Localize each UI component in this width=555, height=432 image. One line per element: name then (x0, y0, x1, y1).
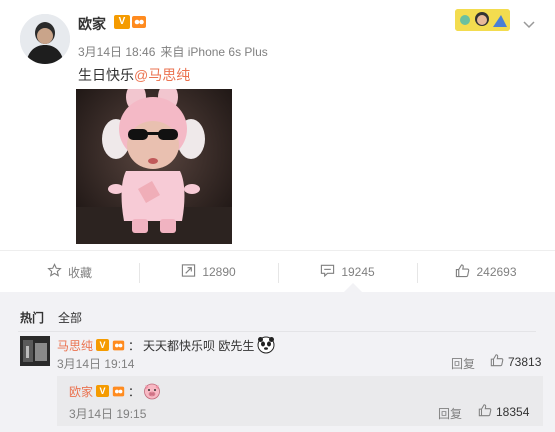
thumbs-up-icon (478, 403, 492, 420)
action-bar: 收藏 12890 19245 242693 (0, 250, 555, 292)
reply-like-count: 18354 (496, 404, 530, 419)
reply-time: 3月14日 19:15 (69, 407, 147, 421)
comment-count: 19245 (341, 265, 375, 279)
comment-like-button[interactable]: 73813 (490, 353, 541, 370)
reply-separator: ： (128, 384, 141, 399)
card-decoration-image (455, 9, 510, 31)
thumbs-up-icon (455, 263, 470, 281)
thumbs-up-icon (490, 353, 504, 370)
chevron-down-icon[interactable] (523, 18, 535, 29)
tabs-divider (18, 331, 536, 332)
favorite-button[interactable]: 收藏 (0, 251, 139, 293)
repost-count: 12890 (202, 265, 236, 279)
comment-time: 3月14日 19:14 (57, 357, 135, 371)
favorite-label: 收藏 (67, 265, 92, 280)
author-avatar[interactable] (20, 14, 70, 64)
replier-name[interactable]: 欧家 (69, 383, 93, 400)
verified-v-icon: V (114, 15, 130, 29)
weibo-post: 欧家 V 3月14日 18:46 来自 iPhone 6s Plus 生日快乐@马… (0, 0, 555, 292)
level-badge-icon (131, 14, 147, 30)
post-text-prefix: 生日快乐 (78, 67, 134, 83)
post-source: 来自 iPhone 6s Plus (160, 45, 268, 59)
commenter-avatar[interactable] (20, 336, 50, 366)
comment-like-count: 73813 (508, 354, 542, 369)
post-meta: 3月14日 18:46 来自 iPhone 6s Plus (78, 43, 268, 60)
reply-like-button[interactable]: 18354 (478, 403, 529, 420)
mention-link[interactable]: @马思纯 (134, 67, 190, 83)
reply-button[interactable]: 回复 (438, 405, 462, 422)
verified-v-icon: V (96, 385, 110, 397)
level-badge-icon (112, 385, 125, 398)
reply-button[interactable]: 回复 (451, 355, 475, 372)
repost-button[interactable]: 12890 (139, 251, 278, 293)
panda-face-icon (257, 336, 275, 354)
commenter-name[interactable]: 马思纯 (57, 337, 93, 354)
tab-all[interactable]: 全部 (58, 311, 82, 325)
level-badge-icon (112, 339, 125, 352)
repost-icon (181, 263, 196, 281)
verified-v-icon: V (96, 339, 110, 351)
post-image[interactable] (76, 89, 232, 244)
comment-line: 马思纯 V ：天天都快乐呗 欧先生 (57, 336, 275, 354)
author-name[interactable]: 欧家 (78, 14, 106, 34)
comment-separator: ： (128, 338, 141, 353)
comment-tabs: 热门 全部 (20, 309, 96, 326)
post-text: 生日快乐@马思纯 (78, 65, 190, 85)
star-icon (47, 263, 62, 281)
like-count: 242693 (476, 265, 517, 279)
comment-text: 天天都快乐呗 欧先生 (143, 338, 255, 353)
comment-icon (320, 263, 335, 281)
tab-hot[interactable]: 热门 (20, 311, 44, 325)
comment-pointer (344, 283, 362, 292)
reply-line: 欧家 V ： (69, 382, 161, 400)
like-button[interactable]: 242693 (417, 251, 555, 293)
pig-face-icon (143, 382, 161, 400)
post-time[interactable]: 3月14日 18:46 (78, 45, 155, 59)
